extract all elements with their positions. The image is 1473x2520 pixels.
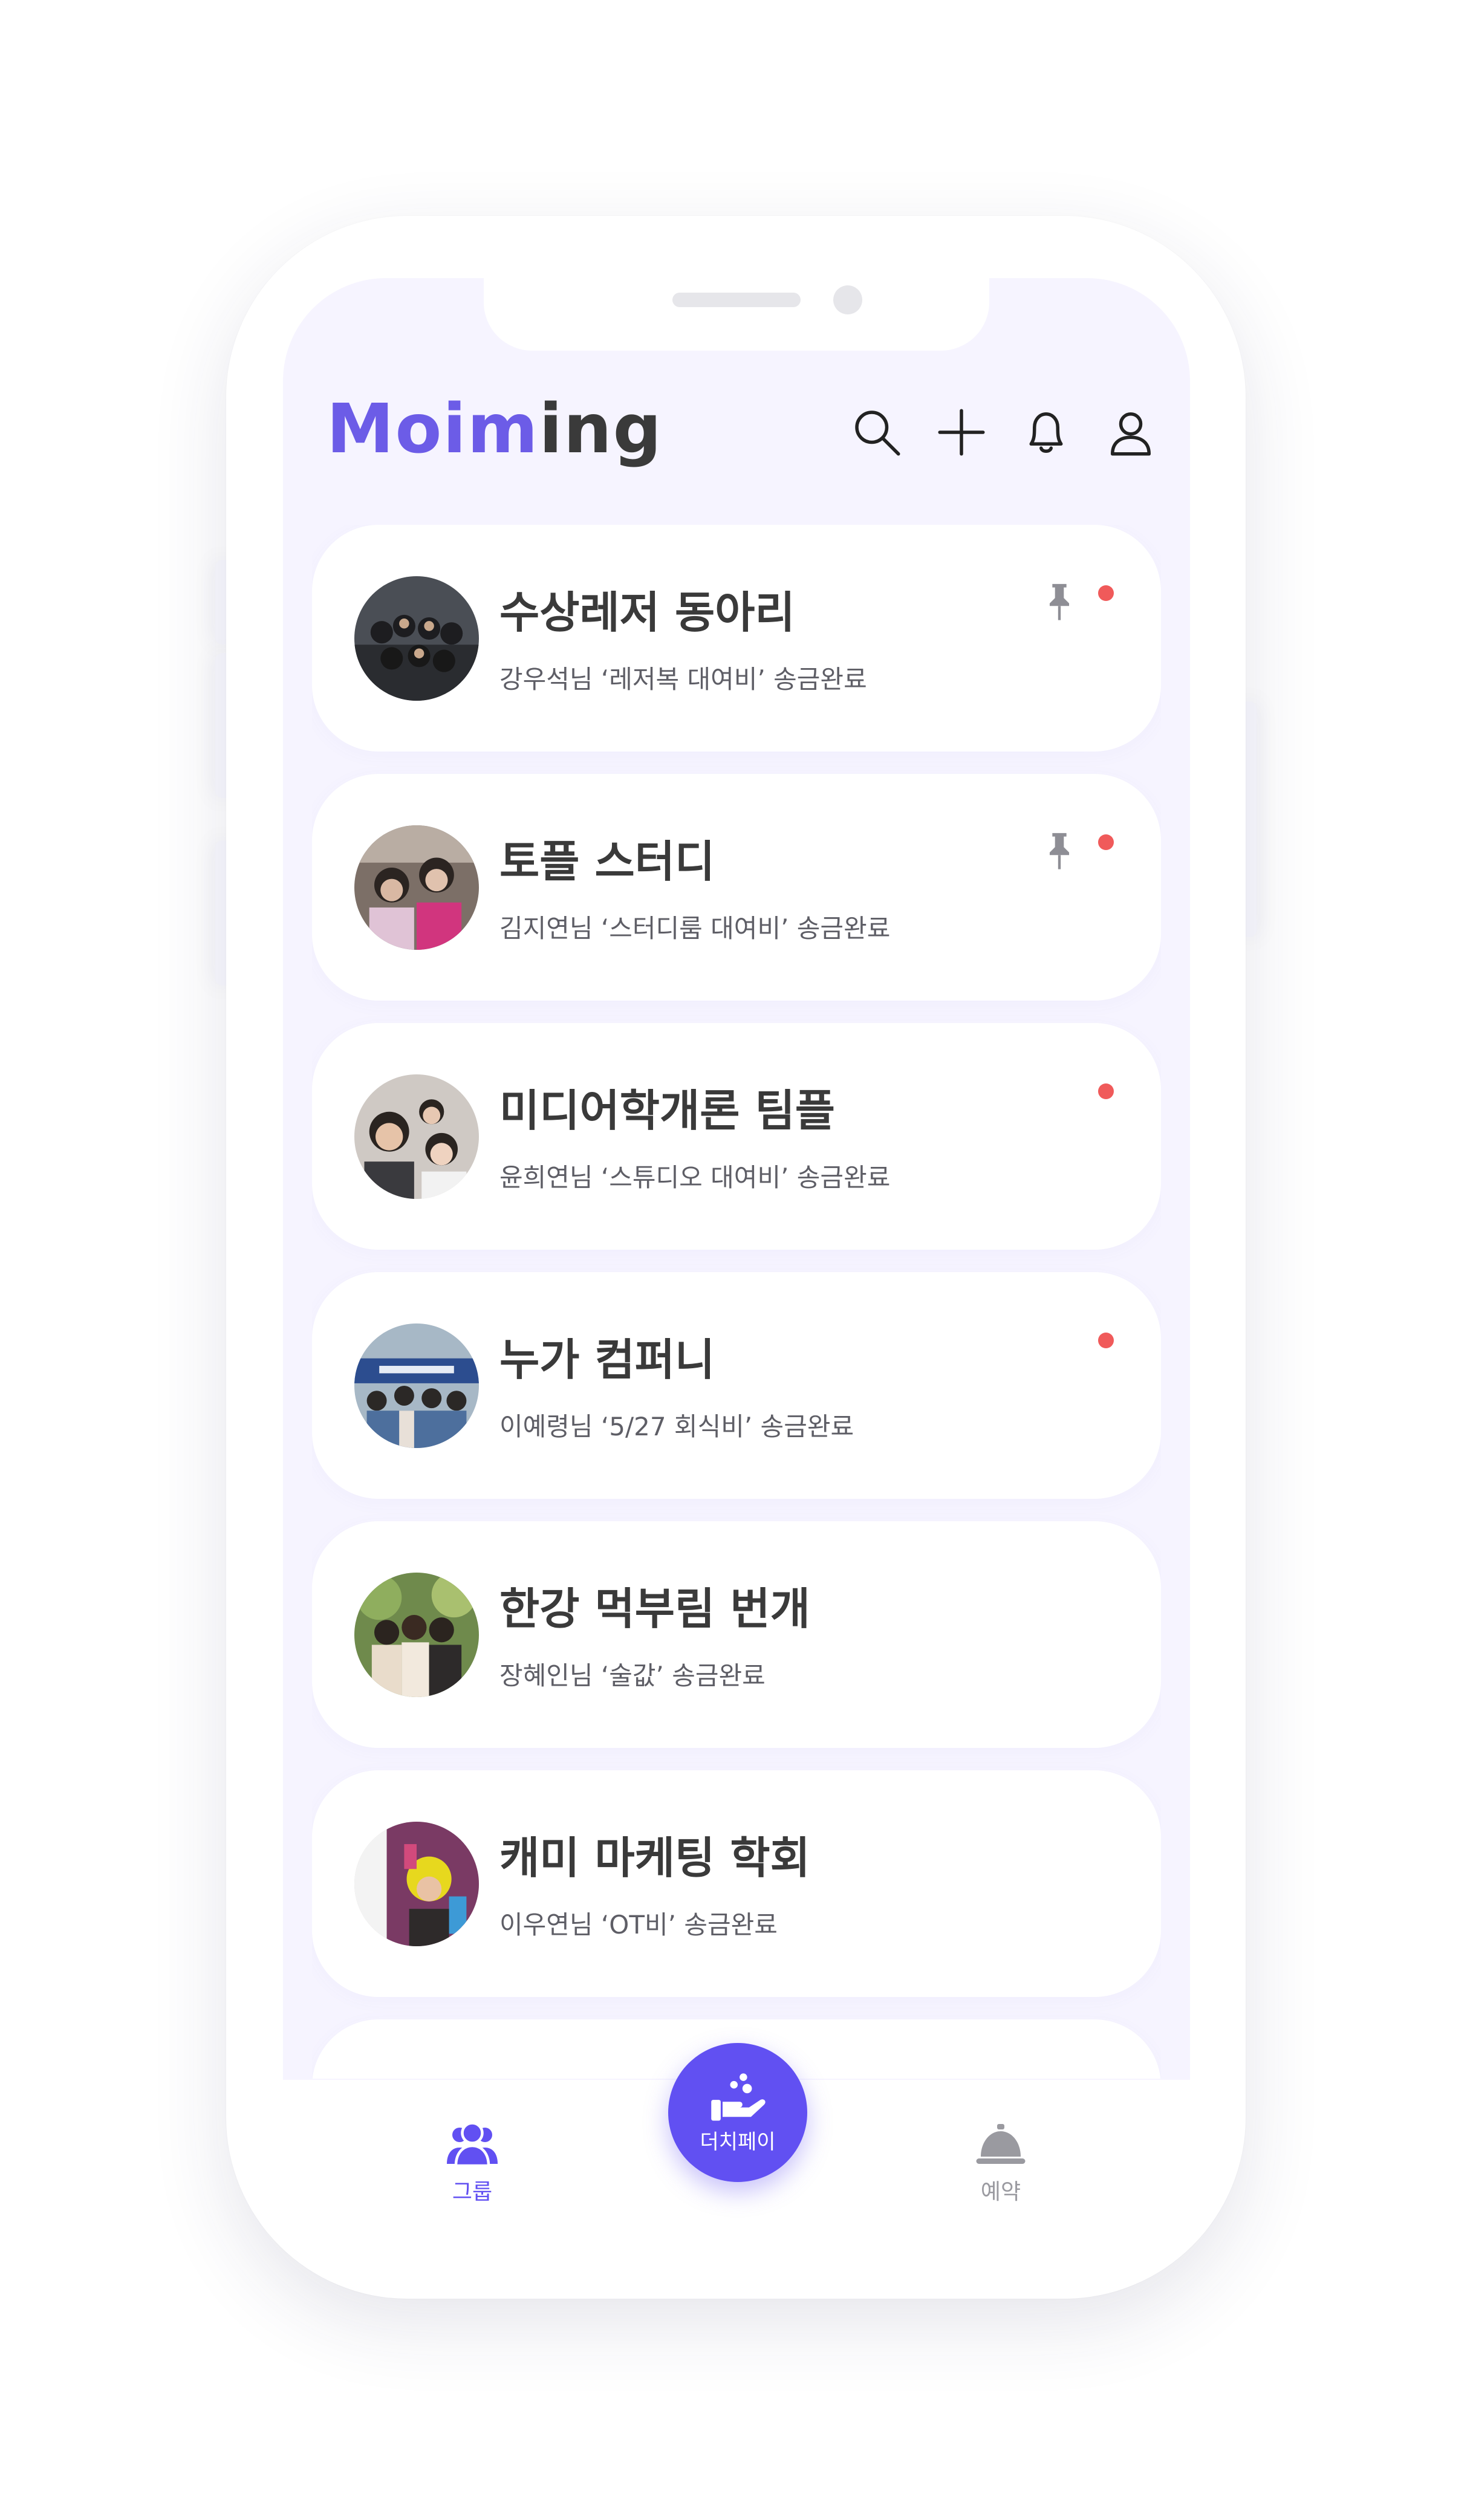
dutch-pay-label: 더치페이 (700, 2130, 776, 2154)
nav-reservation[interactable]: 예약 (940, 2115, 1061, 2206)
logo-text-dark: ing (539, 390, 663, 469)
app-logo: Moiming (327, 387, 663, 472)
group-avatar (354, 576, 479, 701)
dutch-pay-button[interactable]: 더치페이 (668, 2043, 807, 2182)
bell-icon (1029, 412, 1063, 453)
hand-coins-icon (711, 2073, 766, 2121)
notifications-button[interactable] (1016, 402, 1076, 463)
unread-badge (1098, 834, 1114, 850)
unread-badge (1098, 1333, 1114, 1348)
group-name: 수상레저 동아리 (499, 587, 795, 638)
notch-camera (833, 285, 862, 314)
group-avatar (354, 1822, 479, 1946)
group-avatar (354, 1074, 479, 1199)
group-last-activity: 이예령님 ‘5/27 회식비’ 송금완료 (499, 1412, 854, 1441)
group-last-activity: 김지연님 ‘스터디룸 대여비’ 송금완료 (499, 914, 891, 943)
nav-reservation-label: 예약 (980, 2180, 1021, 2204)
service-bell-icon (976, 2124, 1026, 2164)
group-name: 캐미 마케팅 학회 (499, 1833, 810, 1883)
group-avatar (354, 1323, 479, 1448)
group-last-activity: 윤희연님 ‘스튜디오 대여비’ 송금완료 (499, 1163, 891, 1192)
pin-icon[interactable] (1041, 830, 1078, 872)
group-list: 수상레저 동아리 강우석님 ‘레저복 대여비’ 송금완료 토플 스터디 김지연님… (312, 525, 1161, 2079)
unread-badge (1098, 585, 1114, 601)
group-name: 누가 컴퍼니 (499, 1334, 715, 1385)
group-card[interactable]: 미디어학개론 팀플 윤희연님 ‘스튜디오 대여비’ 송금완료 (312, 1023, 1161, 1250)
notch-speaker (672, 293, 801, 307)
search-icon (855, 411, 900, 456)
people-icon (447, 2122, 498, 2168)
logo-text-accent: Moim (327, 390, 539, 469)
group-name: 미디어학개론 팀플 (499, 1085, 835, 1136)
nav-groups[interactable]: 그룹 (412, 2115, 533, 2206)
group-avatar (354, 1573, 479, 1697)
nav-groups-label: 그룹 (452, 2180, 493, 2204)
group-last-activity: 강우석님 ‘레저복 대여비’ 송금완료 (499, 664, 867, 694)
group-avatar (354, 825, 479, 950)
unread-badge (1098, 1083, 1114, 1099)
search-button[interactable] (847, 402, 907, 463)
phone-notch (484, 278, 989, 351)
header-actions (847, 399, 1161, 466)
group-card[interactable]: 캐미 마케팅 학회 이우연님 ‘OT비’ 송금완료 (312, 1770, 1161, 1997)
plus-icon (938, 409, 985, 456)
group-card[interactable]: 한강 먹부림 번개 장혜인님 ‘술값’ 송금완료 (312, 1521, 1161, 1748)
pin-icon[interactable] (1041, 580, 1078, 623)
group-name: 한강 먹부림 번개 (499, 1583, 810, 1634)
group-last-activity: 장혜인님 ‘술값’ 송금완료 (499, 1661, 766, 1690)
group-name: 토플 스터디 (499, 836, 715, 887)
user-icon (1111, 412, 1151, 456)
profile-button[interactable] (1101, 402, 1161, 463)
group-card[interactable]: 수상레저 동아리 강우석님 ‘레저복 대여비’ 송금완료 (312, 525, 1161, 752)
group-last-activity: 이우연님 ‘OT비’ 송금완료 (499, 1910, 778, 1940)
group-card[interactable]: 토플 스터디 김지연님 ‘스터디룸 대여비’ 송금완료 (312, 774, 1161, 1001)
add-group-button[interactable] (931, 402, 992, 463)
group-card[interactable]: 누가 컴퍼니 이예령님 ‘5/27 회식비’ 송금완료 (312, 1272, 1161, 1499)
